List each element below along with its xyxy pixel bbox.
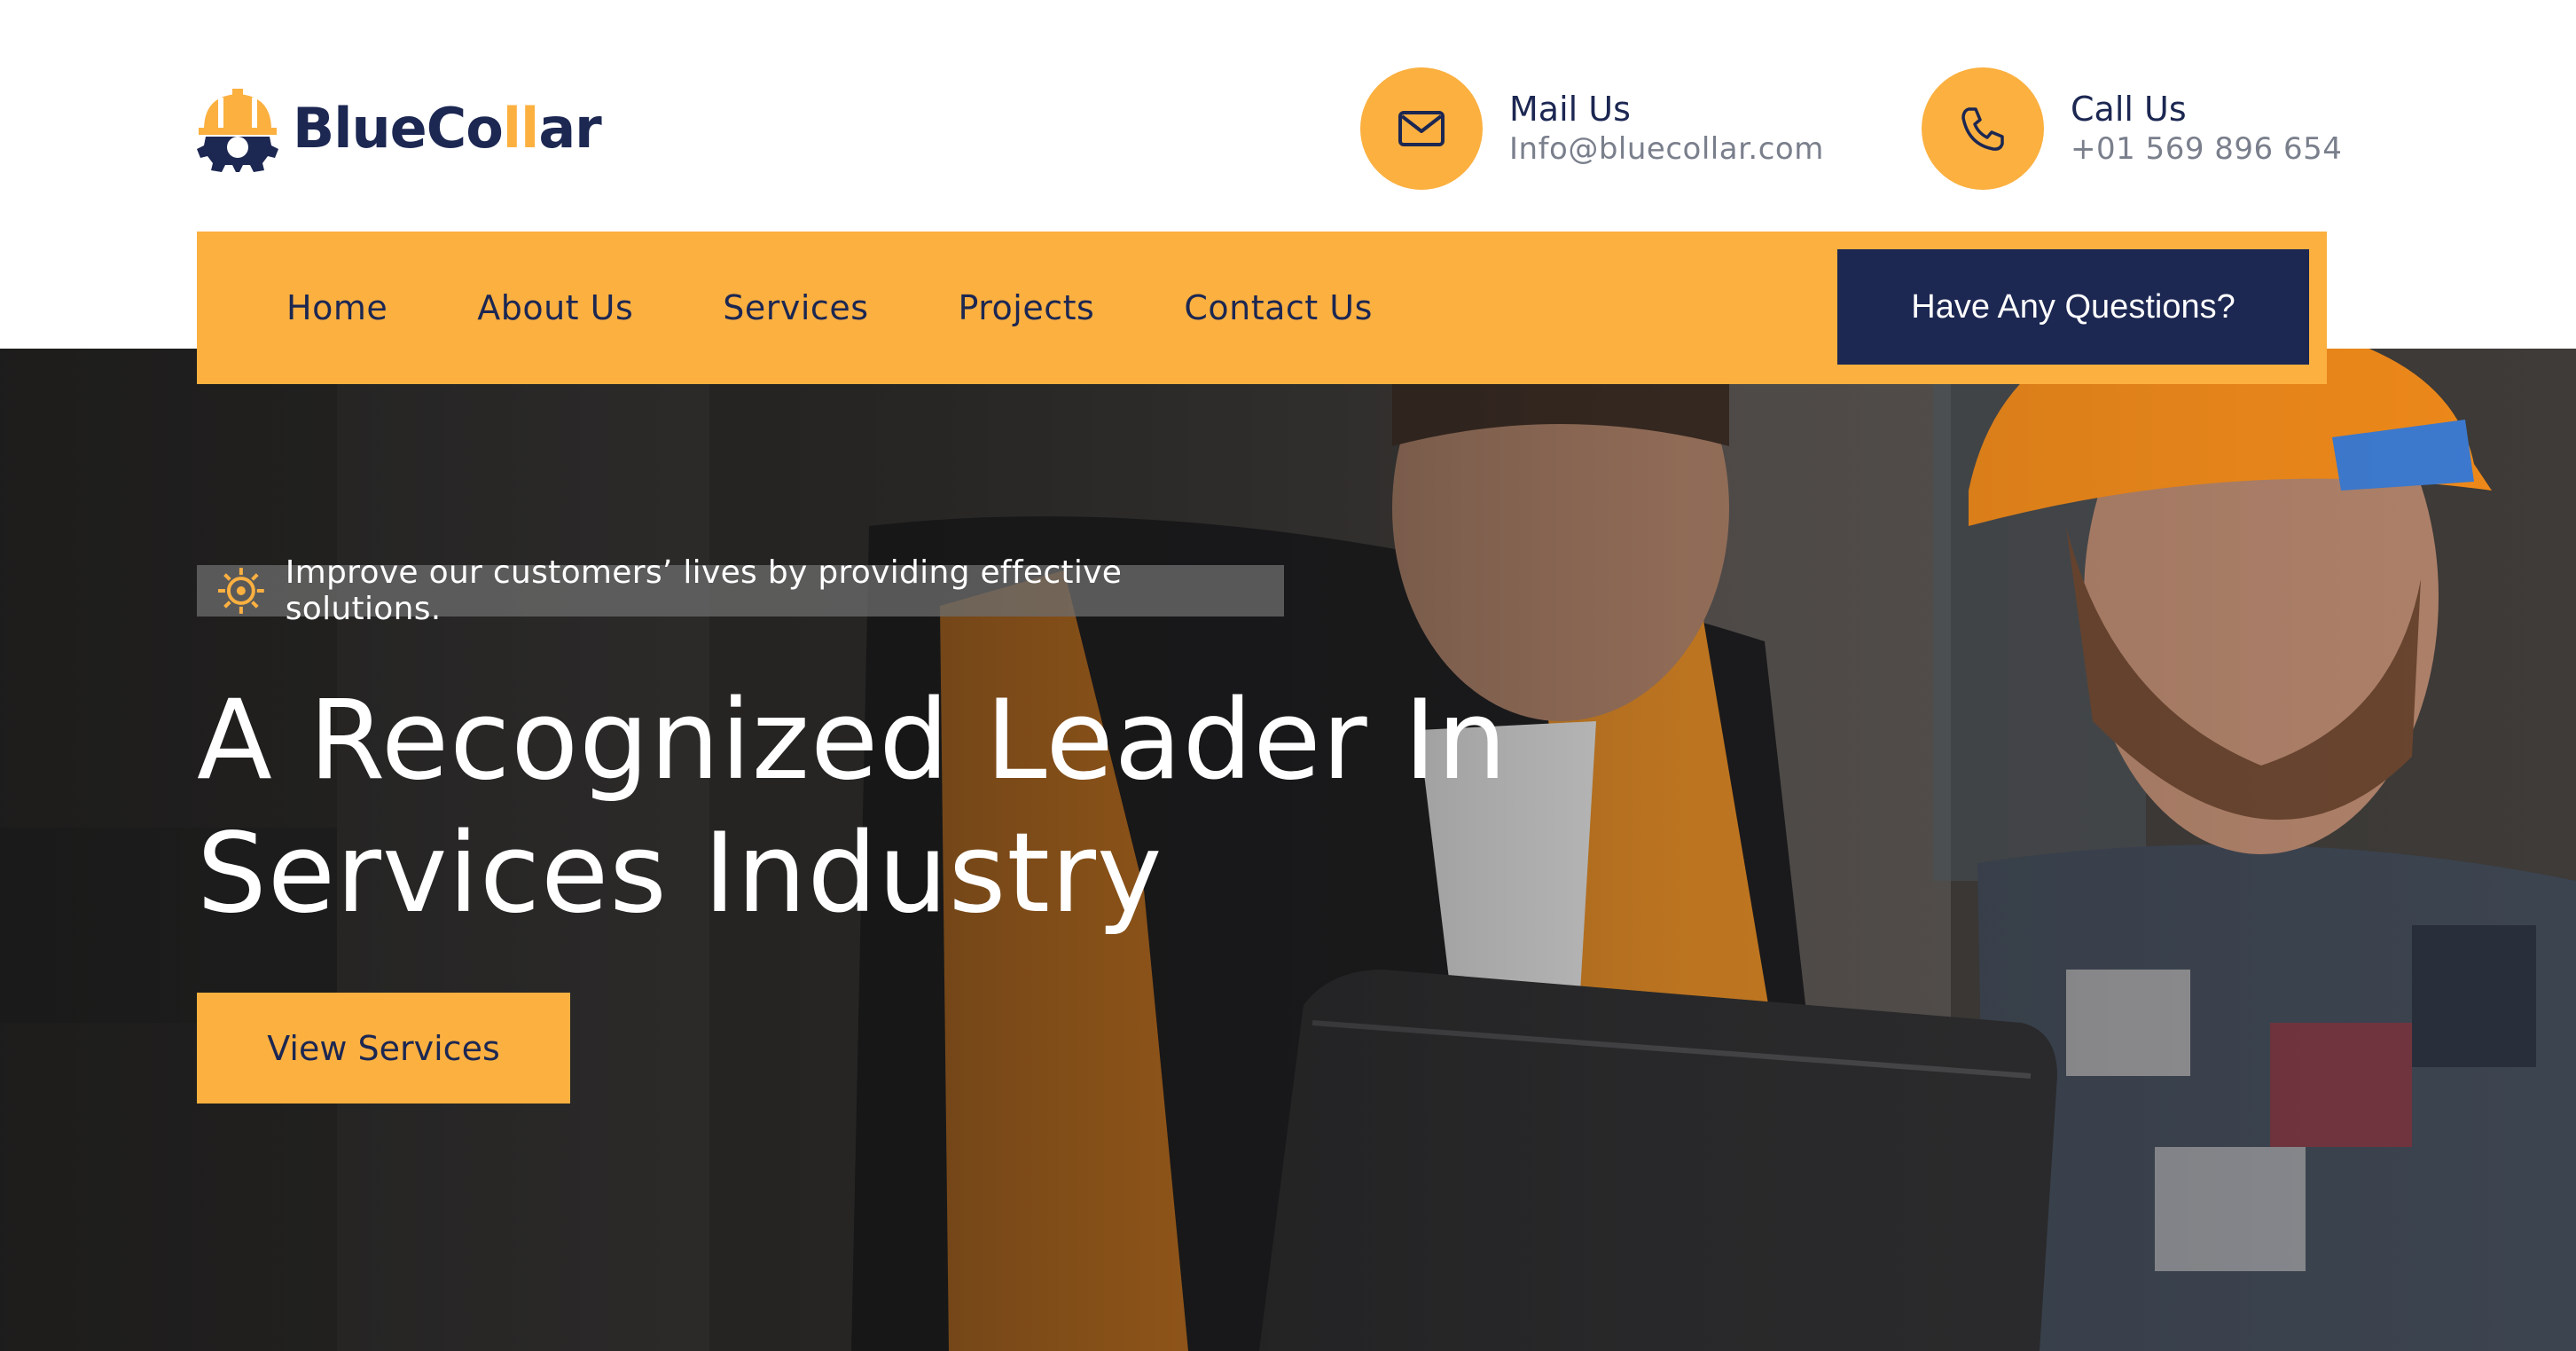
mail-icon-circle bbox=[1360, 67, 1483, 190]
hero-headline: A Recognized Leader In Services Industry bbox=[197, 674, 1527, 940]
call-icon-circle bbox=[1922, 67, 2044, 190]
headline-line-1: A Recognized Leader In bbox=[197, 677, 1508, 805]
brand-logo[interactable]: BlueCollar bbox=[197, 83, 602, 172]
main-navbar: Home About Us Services Projects Contact … bbox=[197, 232, 2327, 384]
call-title: Call Us bbox=[2071, 90, 2187, 129]
nav-projects[interactable]: Projects bbox=[959, 288, 1095, 327]
brand-name: BlueCollar bbox=[293, 95, 602, 161]
call-contact[interactable]: Call Us +01 569 896 654 bbox=[1922, 67, 2342, 190]
nav-services[interactable]: Services bbox=[723, 288, 868, 327]
headline-line-2: Services Industry bbox=[197, 810, 1163, 938]
nav-home[interactable]: Home bbox=[286, 288, 388, 327]
hero-tagline: Improve our customers’ lives by providin… bbox=[197, 554, 1284, 627]
mail-address[interactable]: Info@bluecollar.com bbox=[1509, 130, 1824, 169]
view-services-button[interactable]: View Services bbox=[197, 993, 570, 1104]
phone-number[interactable]: +01 569 896 654 bbox=[2071, 130, 2342, 169]
tagline-text: Improve our customers’ lives by providin… bbox=[285, 554, 1123, 627]
phone-icon bbox=[1961, 107, 2004, 151]
gear-icon bbox=[217, 568, 264, 614]
hardhat-gear-logo-icon bbox=[197, 89, 278, 172]
mail-contact[interactable]: Mail Us Info@bluecollar.com bbox=[1360, 67, 1824, 190]
mail-title: Mail Us bbox=[1509, 90, 1631, 129]
have-questions-button[interactable]: Have Any Questions? bbox=[1837, 249, 2309, 365]
nav-contact-us[interactable]: Contact Us bbox=[1184, 288, 1373, 327]
nav-about-us[interactable]: About Us bbox=[477, 288, 633, 327]
envelope-icon bbox=[1398, 111, 1445, 146]
